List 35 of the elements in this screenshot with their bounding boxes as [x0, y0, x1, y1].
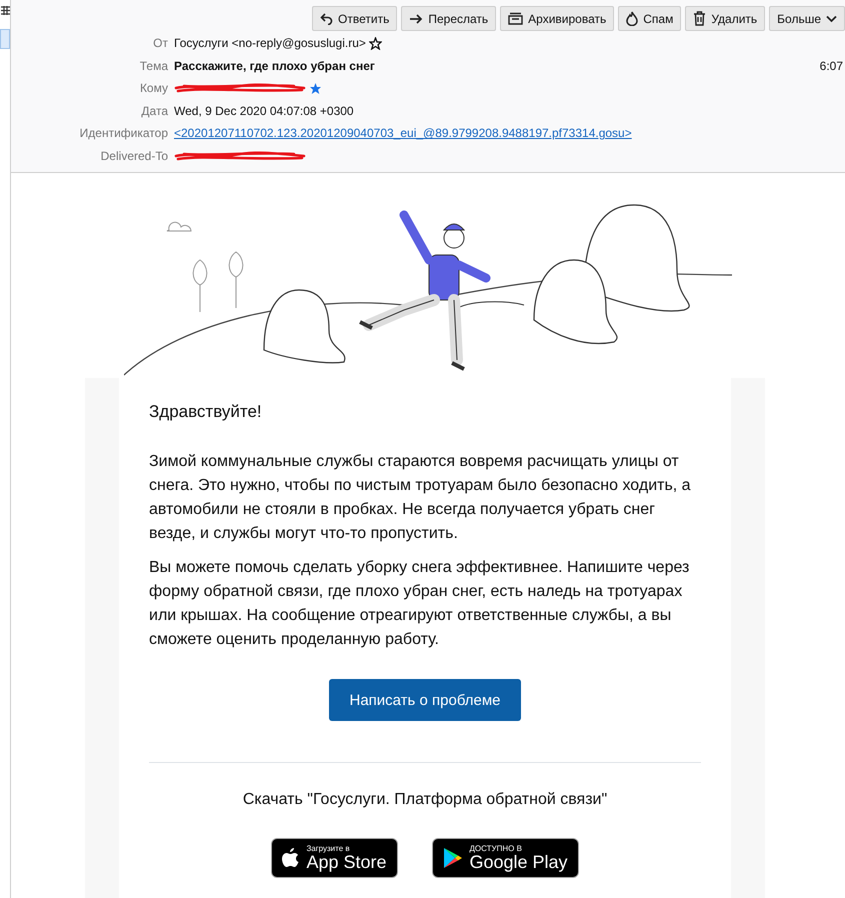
header-label: От: [152, 36, 169, 50]
archive-box-icon: [508, 12, 524, 25]
header-label: Тема: [138, 58, 169, 73]
message-time: 6:07: [820, 58, 844, 73]
header-label: Delivered-To: [100, 148, 169, 163]
greeting-text: Здравствуйте!: [149, 401, 263, 423]
toolbar-button[interactable]: Ответить: [312, 6, 398, 31]
toolbar-button[interactable]: Удалить: [685, 6, 766, 31]
chevron-down-icon: [826, 14, 837, 22]
message-id-link[interactable]: <20201207110702.123.20201209040703_eui_@89.9799208.9488197.pf73314.gosu>: [174, 126, 632, 140]
body-paragraph: Вы можете помочь сделать уборку снега эффективнее. Напишите через форму обратной связи, где плохо убран снег, есть наледь на тротуарах или крышах. На сообщение отреагируют ответственные службы, а вы сможете оценить проделанную работу.: [149, 558, 690, 650]
reply-icon: [320, 12, 334, 25]
toolbar-button[interactable]: Спам: [618, 6, 682, 31]
star-outline-icon[interactable]: [368, 36, 382, 50]
body-paragraph: Зимой коммунальные службы стараются вовремя расчищать улицы от снега. Это нужно, чтобы по чистым тротуарам было безопасно ходить, а автомобили не стояли в пробках. Не всегда получается убрать снег везде, и службы могут что-то пропустить.: [149, 452, 692, 544]
star-icon[interactable]: [309, 82, 322, 95]
flame-icon: [626, 11, 638, 26]
date-text: Wed, 9 Dec 2020 04:07:08 +0300: [174, 104, 354, 118]
toolbar-button[interactable]: Переслать: [401, 6, 496, 31]
toolbar-button[interactable]: Больше: [769, 6, 845, 31]
download-heading: Скачать "Госуслуги. Платформа обратной связи": [242, 790, 608, 810]
subject-text: Расскажите, где плохо убран снег: [174, 58, 375, 73]
toolbar-button[interactable]: Архивировать: [500, 6, 614, 31]
sender-address[interactable]: Госуслуги <no-reply@gosuslugi.ru>: [174, 36, 366, 50]
play-triangle-icon: [442, 847, 462, 869]
header-label: Дата: [140, 104, 169, 118]
header-label: Идентификатор: [78, 126, 169, 140]
grid-icon[interactable]: [0, 6, 10, 15]
forward-arrow-icon: [409, 12, 424, 24]
trash-icon: [693, 11, 706, 26]
store-badge[interactable]: Загрузите в App Store: [271, 838, 398, 878]
header-label: Кому: [138, 81, 169, 96]
apple-logo-icon: [282, 848, 300, 868]
store-badge[interactable]: ДОСТУПНО В Google Play: [432, 838, 579, 878]
report-problem-button[interactable]: Написать о проблеме: [329, 679, 521, 721]
